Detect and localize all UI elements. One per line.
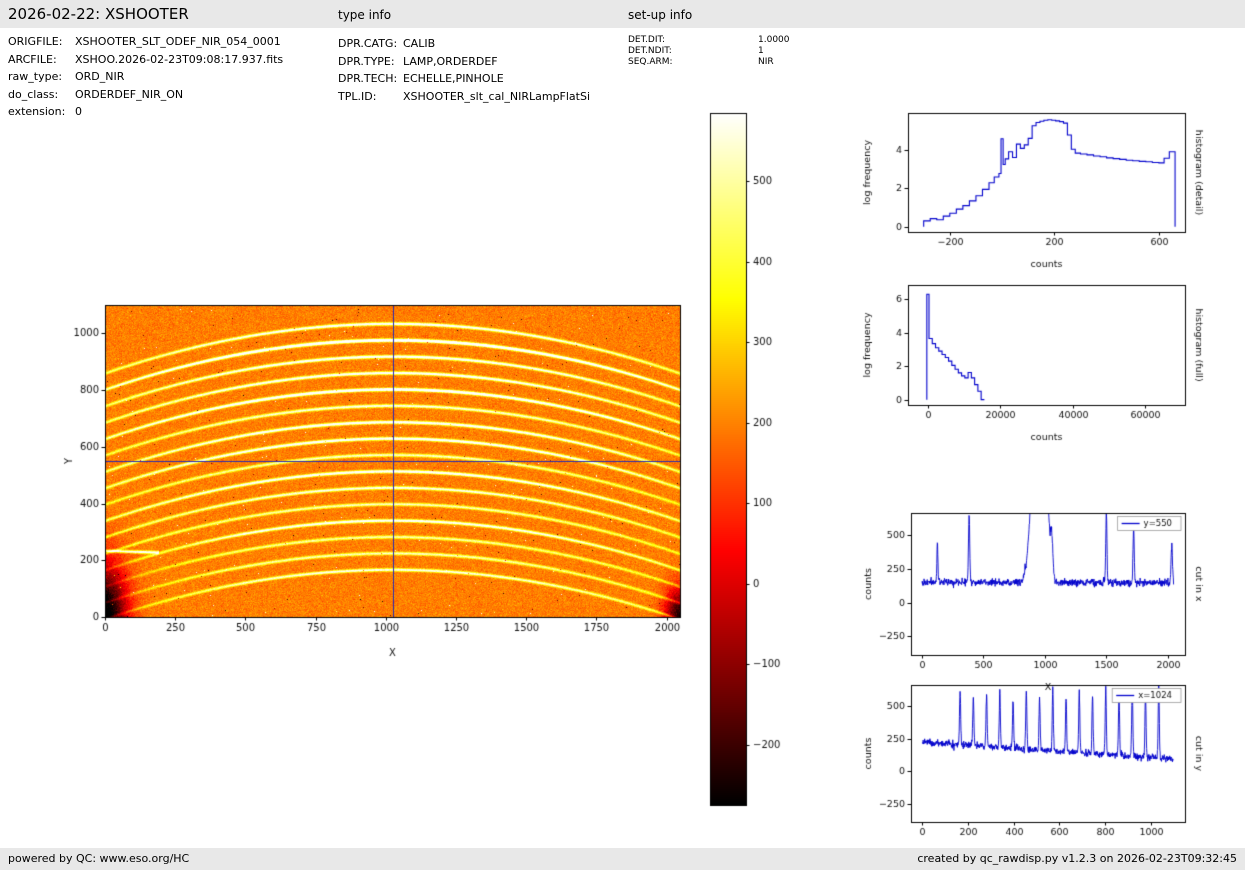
dpr-catg-value: CALIB: [403, 37, 435, 50]
info-row: DPR.TYPE:LAMP,ORDERDEF: [338, 53, 590, 71]
histogram-detail-plot: [846, 96, 1210, 286]
info-row: TPL.ID:XSHOOTER_slt_cal_NIRLampFlatSi: [338, 88, 590, 106]
header-bar: 2026-02-22: XSHOOTER type info set-up in…: [0, 0, 1245, 28]
type-info-heading: type info: [338, 8, 391, 22]
setup-info-heading: set-up info: [628, 8, 692, 22]
tpl-id-value: XSHOOTER_slt_cal_NIRLampFlatSi: [403, 90, 590, 103]
origfile-label: ORIGFILE:: [8, 33, 75, 51]
arcfile-label: ARCFILE:: [8, 51, 75, 69]
setup-info-block: DET.DIT:1.0000 DET.NDIT:1 SEQ.ARM:NIR: [628, 35, 790, 68]
do-class-value: ORDERDEF_NIR_ON: [75, 88, 183, 101]
arcfile-value: XSHOO.2026-02-23T09:08:17.937.fits: [75, 53, 283, 66]
det-dit-value: 1.0000: [758, 35, 790, 45]
seq-arm-label: SEQ.ARM:: [628, 57, 758, 68]
info-row: ARCFILE:XSHOO.2026-02-23T09:08:17.937.fi…: [8, 51, 283, 69]
dpr-type-value: LAMP,ORDERDEF: [403, 55, 498, 68]
extension-value: 0: [75, 105, 82, 118]
info-row: do_class:ORDERDEF_NIR_ON: [8, 86, 283, 104]
raw-type-label: raw_type:: [8, 68, 75, 86]
do-class-label: do_class:: [8, 86, 75, 104]
footer-bar: powered by QC: www.eso.org/HC created by…: [0, 848, 1245, 870]
dpr-tech-label: DPR.TECH:: [338, 70, 403, 88]
info-row: SEQ.ARM:NIR: [628, 57, 790, 68]
qc-rawdisp-page: 2026-02-22: XSHOOTER type info set-up in…: [0, 0, 1245, 870]
det-dit-label: DET.DIT:: [628, 35, 758, 46]
raw-type-value: ORD_NIR: [75, 70, 124, 83]
info-row: DPR.TECH:ECHELLE,PINHOLE: [338, 70, 590, 88]
colorbar: [700, 104, 795, 816]
cut-in-y-plot: [846, 668, 1210, 868]
info-row: DPR.CATG:CALIB: [338, 35, 590, 53]
file-info-block: ORIGFILE:XSHOOTER_SLT_ODEF_NIR_054_0001 …: [8, 33, 283, 121]
detector-image-plot: [55, 285, 705, 665]
dpr-catg-label: DPR.CATG:: [338, 35, 403, 53]
histogram-full-plot: [846, 268, 1210, 458]
dpr-type-label: DPR.TYPE:: [338, 53, 403, 71]
seq-arm-value: NIR: [758, 57, 774, 67]
footer-left: powered by QC: www.eso.org/HC: [8, 852, 189, 865]
info-row: raw_type:ORD_NIR: [8, 68, 283, 86]
info-row: DET.NDIT:1: [628, 46, 790, 57]
tpl-id-label: TPL.ID:: [338, 88, 403, 106]
dpr-tech-value: ECHELLE,PINHOLE: [403, 72, 504, 85]
footer-right: created by qc_rawdisp.py v1.2.3 on 2026-…: [917, 852, 1237, 865]
info-row: DET.DIT:1.0000: [628, 35, 790, 46]
det-ndit-value: 1: [758, 46, 764, 56]
origfile-value: XSHOOTER_SLT_ODEF_NIR_054_0001: [75, 35, 281, 48]
type-info-block: DPR.CATG:CALIB DPR.TYPE:LAMP,ORDERDEF DP…: [338, 35, 590, 105]
page-title: 2026-02-22: XSHOOTER: [8, 5, 189, 23]
extension-label: extension:: [8, 103, 75, 121]
det-ndit-label: DET.NDIT:: [628, 46, 758, 57]
info-row: extension:0: [8, 103, 283, 121]
info-row: ORIGFILE:XSHOOTER_SLT_ODEF_NIR_054_0001: [8, 33, 283, 51]
